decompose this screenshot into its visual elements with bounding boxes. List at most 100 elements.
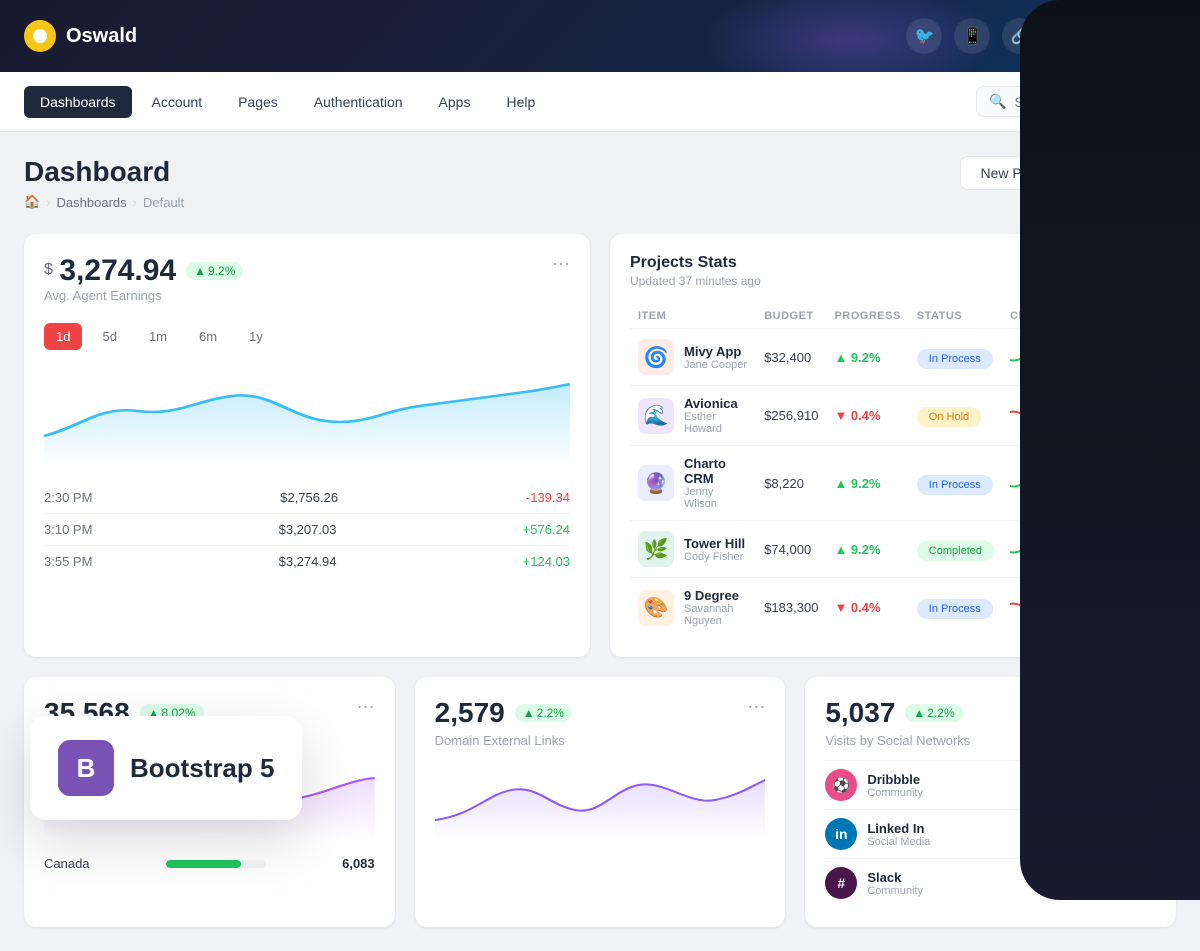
page-title: Dashboard — [24, 156, 184, 188]
breadcrumb: 🏠 › Dashboards › Default — [24, 194, 184, 210]
earnings-amount-3: $3,274.94 — [279, 554, 337, 569]
earnings-change-1: -139.34 — [526, 490, 570, 505]
country-canada-value: 6,083 — [342, 856, 375, 871]
project-status-cell: In Process — [909, 329, 1002, 386]
social-item-left: # Slack Community — [825, 867, 923, 899]
social-item-left: in Linked In Social Media — [825, 818, 930, 850]
domain-links-chart — [435, 760, 766, 840]
project-budget-cell: $256,910 — [756, 386, 826, 446]
nav-account[interactable]: Account — [136, 86, 219, 118]
bootstrap-version: Bootstrap 5 — [130, 753, 274, 784]
header-icon-btn-2[interactable]: 📱 — [954, 18, 990, 54]
country-canada: Canada — [44, 856, 90, 871]
earnings-row-1: 2:30 PM $2,756.26 -139.34 — [44, 482, 570, 513]
breadcrumb-home-icon: 🏠 — [24, 194, 40, 210]
project-budget-cell: $32,400 — [756, 329, 826, 386]
project-item-cell: 🌿 Tower Hill Cody Fisher — [630, 521, 756, 578]
social-networks-badge: ▲ 2.2% — [905, 704, 962, 722]
nav-pages[interactable]: Pages — [222, 86, 294, 118]
project-progress-cell: ▲ 9.2% — [826, 329, 908, 386]
social-network-icon: # — [825, 867, 857, 899]
logo-area: Oswald — [24, 20, 137, 52]
logo-icon — [24, 20, 56, 52]
projects-title-block: Projects Stats Updated 37 minutes ago — [630, 254, 761, 288]
social-network-icon: in — [825, 818, 857, 850]
bootstrap-logo-letter: B — [77, 753, 96, 784]
organic-sessions-more-button[interactable]: ··· — [357, 697, 375, 715]
social-item-info: Slack Community — [867, 870, 923, 897]
nav-dashboards[interactable]: Dashboards — [24, 86, 132, 118]
breadcrumb-dashboards[interactable]: Dashboards — [57, 195, 127, 210]
page-title-area: Dashboard 🏠 › Dashboards › Default New P… — [24, 156, 1176, 210]
earnings-badge: ▲ 9.2% — [186, 262, 243, 280]
project-item-cell: 🔮 Charto CRM Jenny Wilson — [630, 446, 756, 521]
project-progress-cell: ▼ 0.4% — [826, 578, 908, 638]
earnings-amount-2: $3,207.03 — [279, 522, 337, 537]
earnings-row-3: 3:55 PM $3,274.94 +124.03 — [44, 545, 570, 577]
breadcrumb-default: Default — [143, 195, 184, 210]
social-network-icon: ⚽ — [825, 769, 857, 801]
status-badge: In Process — [917, 475, 993, 495]
earnings-header: $ 3,274.94 ▲ 9.2% Avg. Agent Earnings ··… — [44, 254, 570, 319]
earnings-amount-1: $2,756.26 — [280, 490, 338, 505]
domain-links-card: 2,579 ▲ 2.2% ··· Domain External Links — [415, 677, 786, 927]
nav-apps[interactable]: Apps — [423, 86, 487, 118]
earnings-table: 2:30 PM $2,756.26 -139.34 3:10 PM $3,207… — [44, 482, 570, 577]
project-item-cell: 🎨 9 Degree Savannah Nguyen — [630, 578, 756, 638]
social-name: Slack — [867, 870, 923, 885]
col-progress: PROGRESS — [826, 304, 908, 329]
app-name: Oswald — [66, 25, 137, 48]
nav-help[interactable]: Help — [490, 86, 551, 118]
projects-subtitle: Updated 37 minutes ago — [630, 274, 761, 288]
domain-links-number: 2,579 — [435, 697, 505, 729]
project-status-cell: On Hold — [909, 386, 1002, 446]
project-budget-cell: $183,300 — [756, 578, 826, 638]
time-filter-1d[interactable]: 1d — [44, 323, 82, 350]
country-canada-bar — [166, 860, 241, 868]
status-badge: In Process — [917, 599, 993, 619]
earnings-label: Avg. Agent Earnings — [44, 288, 243, 303]
dark-sidebar-overlay — [1020, 0, 1200, 900]
search-icon: 🔍 — [989, 93, 1006, 110]
earnings-amount-display: $ 3,274.94 — [44, 254, 176, 288]
time-filter-5d[interactable]: 5d — [90, 323, 128, 350]
social-type: Social Media — [867, 836, 930, 848]
col-item: ITEM — [630, 304, 756, 329]
col-status: STATUS — [909, 304, 1002, 329]
status-badge: Completed — [917, 541, 994, 561]
project-status-cell: In Process — [909, 578, 1002, 638]
social-item-left: ⚽ Dribbble Community — [825, 769, 923, 801]
status-badge: On Hold — [917, 407, 981, 427]
projects-title: Projects Stats — [630, 254, 761, 272]
bootstrap-logo: B — [58, 740, 114, 796]
domain-links-badge: ▲ 2.2% — [515, 704, 572, 722]
project-status-cell: In Process — [909, 446, 1002, 521]
project-item-cell: 🌀 Mivy App Jane Cooper — [630, 329, 756, 386]
earnings-time-1: 2:30 PM — [44, 490, 92, 505]
time-filter-1y[interactable]: 1y — [237, 323, 275, 350]
time-filter-1m[interactable]: 1m — [137, 323, 179, 350]
header-icon-btn-1[interactable]: 🐦 — [906, 18, 942, 54]
project-progress-cell: ▲ 9.2% — [826, 446, 908, 521]
domain-links-label: Domain External Links — [435, 733, 766, 748]
domain-links-more-button[interactable]: ··· — [747, 697, 765, 715]
page-title-block: Dashboard 🏠 › Dashboards › Default — [24, 156, 184, 210]
bootstrap-popup: B Bootstrap 5 — [30, 716, 302, 820]
project-item-cell: 🌊 Avionica Esther Howard — [630, 386, 756, 446]
col-budget: BUDGET — [756, 304, 826, 329]
earnings-badge-arrow: ▲ — [194, 264, 206, 278]
project-budget-cell: $74,000 — [756, 521, 826, 578]
status-badge: In Process — [917, 349, 993, 369]
earnings-more-button[interactable]: ··· — [552, 254, 570, 272]
earnings-value: 3,274.94 — [59, 254, 176, 287]
earnings-badge-value: 9.2% — [208, 264, 235, 278]
social-name: Linked In — [867, 821, 930, 836]
social-type: Community — [867, 787, 923, 799]
project-budget-cell: $8,220 — [756, 446, 826, 521]
breadcrumb-sep-2: › — [133, 195, 137, 210]
logo-inner-circle — [33, 29, 47, 43]
country-canada-bar-wrap — [166, 860, 266, 868]
time-filter-6m[interactable]: 6m — [187, 323, 229, 350]
nav-authentication[interactable]: Authentication — [298, 86, 419, 118]
social-name: Dribbble — [867, 772, 923, 787]
